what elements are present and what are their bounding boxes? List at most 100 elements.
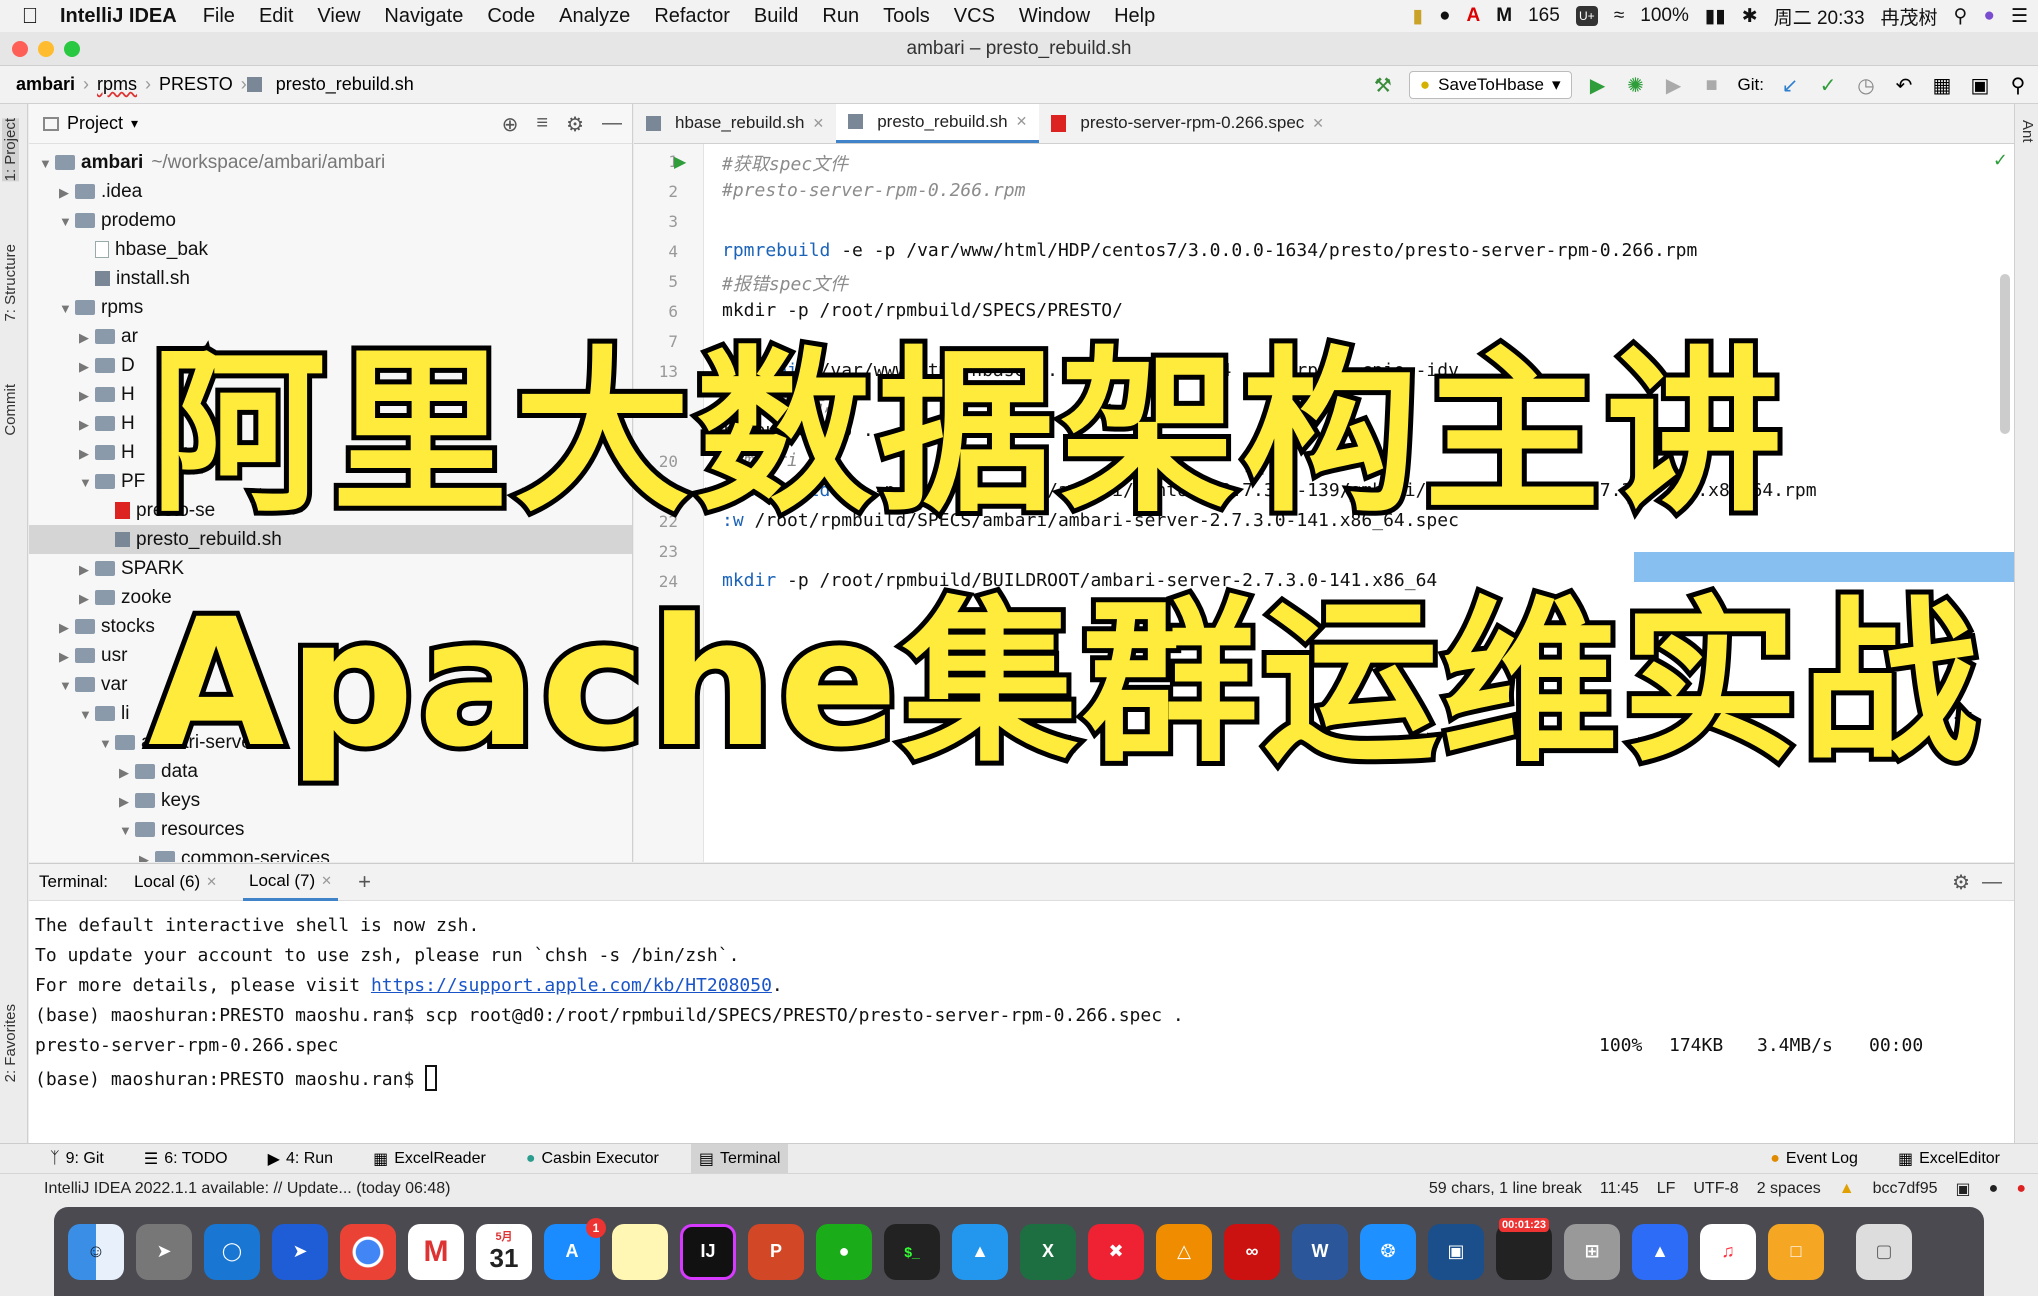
gear-icon[interactable]: ⚙ [1952,870,1970,895]
inspector-icon[interactable]: ● [1989,1180,1999,1198]
tool-tab-favorites[interactable]: 2: Favorites [2,1004,19,1082]
chevron-right-icon[interactable]: ▶ [139,845,155,862]
gear-icon[interactable]: ⚙ [566,112,584,137]
close-tab-icon[interactable]: ✕ [812,115,824,132]
mail-icon[interactable]: M [1496,5,1512,27]
user-name[interactable]: 冉茂树 [1881,3,1938,30]
app-name[interactable]: IntelliJ IDEA [60,5,177,28]
zoom-window-button[interactable] [64,41,80,57]
run-gutter-icon[interactable]: ▶ [674,152,686,172]
hide-panel-icon[interactable]: — [602,112,622,137]
chevron-down-icon[interactable]: ▼ [79,700,95,729]
tree-item[interactable]: ▼ var [29,670,632,700]
presentation-icon[interactable]: ▣ [1968,73,1992,98]
locate-file-icon[interactable]: ⊕ [502,112,519,137]
menu-analyze[interactable]: Analyze [559,5,630,28]
xmind-icon[interactable]: ✖ [1088,1223,1144,1280]
terminal-output[interactable]: The default interactive shell is now zsh… [29,901,2014,1143]
chevron-down-icon[interactable]: ▼ [59,671,75,700]
menu-help[interactable]: Help [1114,5,1155,28]
editor-tab-hbase-rebuild[interactable]: hbase_rebuild.sh ✕ [634,104,836,143]
siri-icon[interactable]: ● [1983,5,1994,27]
chevron-right-icon[interactable]: ▶ [79,555,95,584]
powerpoint-icon[interactable]: P [748,1223,804,1280]
search-everywhere-icon[interactable]: ⚲ [2006,73,2030,98]
chevron-down-icon[interactable]: ▼ [39,149,55,178]
lock-icon[interactable]: ▣ [1956,1179,1971,1199]
apple-support-link[interactable]: https://support.apple.com/kb/HT208050 [371,975,772,996]
tree-item[interactable]: install.sh [29,264,632,293]
error-icon[interactable]: ● [2016,1180,2026,1198]
chevron-down-icon[interactable]: ▼ [59,207,75,236]
status-message[interactable]: IntelliJ IDEA 2022.1.1 available: // Upd… [44,1180,450,1198]
wechat-icon[interactable]: ● [816,1223,872,1280]
git-commit-icon[interactable]: ✓ [1816,73,1840,98]
tree-item[interactable]: ▶ common-services [29,844,632,862]
tree-item[interactable]: ▶ .idea [29,177,632,206]
menu-refactor[interactable]: Refactor [654,5,730,28]
toolwindow-git[interactable]: ᛉ 9: Git [42,1144,112,1174]
finder-icon[interactable]: ☺ [68,1223,124,1280]
clock[interactable]: 周二 20:33 [1774,3,1865,30]
wechat-icon[interactable]: ● [1439,5,1450,27]
trash-icon[interactable]: ▢ [1856,1223,1912,1280]
new-terminal-icon[interactable]: + [358,869,371,895]
chevron-right-icon[interactable]: ▶ [119,787,135,816]
status-git-branch[interactable]: bcc7df95 [1873,1180,1938,1198]
adobe-icon[interactable]: A [1467,5,1481,27]
tree-item[interactable]: ▶ H [29,380,632,409]
menu-code[interactable]: Code [487,5,535,28]
menu-edit[interactable]: Edit [259,5,293,28]
terminal-tab-local-7[interactable]: Local (7) ✕ [243,863,339,901]
launchpad-icon[interactable]: ➤ [136,1223,192,1280]
breadcrumb-presto[interactable]: PRESTO [151,74,241,95]
chevron-down-icon[interactable]: ▼ [59,294,75,323]
chevron-down-icon[interactable]: ▼ [119,816,135,845]
toolwindow-exceleditor[interactable]: ▦ ExcelEditor [1890,1144,2008,1174]
notes-icon[interactable] [612,1223,668,1280]
toolwindow-excelreader[interactable]: ▦ ExcelReader [365,1144,494,1174]
collapse-all-icon[interactable]: ≡ [536,112,548,137]
tree-item[interactable]: ▶ keys [29,786,632,816]
debug-icon[interactable]: ✺ [1624,73,1648,98]
editor-tab-presto-rebuild[interactable]: presto_rebuild.sh ✕ [836,104,1040,143]
chevron-right-icon[interactable]: ▶ [79,439,95,468]
calendar-icon[interactable]: 5月 31 [476,1223,532,1280]
close-tab-icon[interactable]: ✕ [1312,115,1324,132]
app-store-icon[interactable]: A 1 [544,1217,606,1280]
tree-item[interactable]: ▼ PF [29,467,632,496]
acrobat-icon[interactable]: ∞ [1224,1223,1280,1280]
tree-item[interactable]: ▼ li [29,699,632,729]
menu-tools[interactable]: Tools [883,5,930,28]
tree-item[interactable]: ▶ zooke [29,583,632,613]
tree-item[interactable]: ▶ stocks [29,612,632,642]
tool-tab-commit[interactable]: Commit [2,384,19,436]
chevron-right-icon[interactable]: ▶ [79,584,95,613]
calculator-icon[interactable]: ⊞ [1564,1223,1620,1280]
stop-icon[interactable]: ■ [1700,74,1724,97]
screen-recorder-icon[interactable]: 00:01:23 [1496,1217,1552,1280]
close-tab-icon[interactable]: ✕ [1016,113,1028,130]
close-tab-icon[interactable]: ✕ [321,873,332,889]
menu-file[interactable]: File [203,5,235,28]
git-update-icon[interactable]: ↙ [1778,73,1802,98]
status-line-separator[interactable]: LF [1657,1180,1676,1198]
project-structure-icon[interactable]: ▦ [1930,73,1954,98]
terminal-tab-local-6[interactable]: Local (6) ✕ [128,863,223,901]
menu-window[interactable]: Window [1019,5,1090,28]
tree-item[interactable]: ▶ data [29,757,632,786]
status-indent[interactable]: 2 spaces [1757,1180,1821,1198]
tree-item[interactable]: ▼ resources [29,815,632,845]
tree-item[interactable]: ▼ prodemo [29,206,632,236]
input-method-icon[interactable]: U+ [1575,6,1598,26]
tree-item[interactable]: ▼ rpms [29,293,632,323]
control-center-icon[interactable]: ☰ [2011,5,2028,28]
tool-tab-project[interactable]: 1: Project [2,118,19,182]
wifi-icon[interactable]: ≈ [1614,5,1624,27]
run-configuration-select[interactable]: ● SaveToHbase ▾ [1408,71,1572,99]
feishu-icon[interactable]: ➤ [272,1223,328,1280]
chevron-right-icon[interactable]: ▶ [59,613,75,642]
tree-item[interactable]: ▶ H [29,409,632,438]
hide-panel-icon[interactable]: — [1982,871,2002,894]
close-window-button[interactable] [12,41,28,57]
